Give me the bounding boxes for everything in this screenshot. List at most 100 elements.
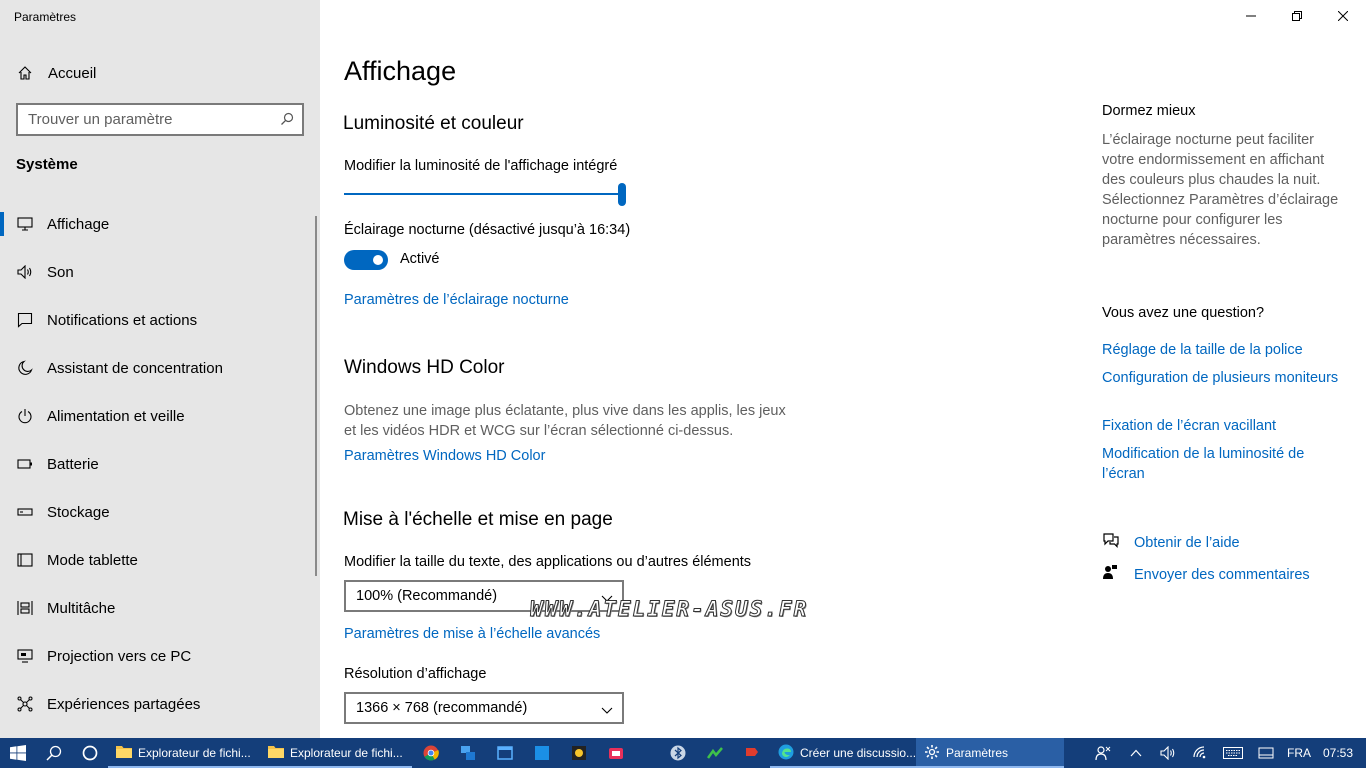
- sidebar-item-projection[interactable]: Projection vers ce PC: [0, 632, 320, 680]
- taskbar: Explorateur de fichi... Explorateur de f…: [0, 738, 1366, 768]
- slider-thumb[interactable]: [618, 183, 626, 206]
- link-font-size[interactable]: Réglage de la taille de la police: [1102, 340, 1347, 360]
- watermark-text: WWW.ATELIER-ASUS.FR: [529, 597, 809, 622]
- speaker-icon: [0, 265, 47, 279]
- taskbar-app-explorer-2[interactable]: Explorateur de fichi...: [260, 738, 412, 768]
- monitor-icon: [0, 217, 47, 231]
- sidebar-item-label: Batterie: [47, 455, 99, 473]
- people-button[interactable]: [1086, 738, 1120, 768]
- taskbar-store-app[interactable]: [523, 738, 560, 768]
- taskbar-flag-app[interactable]: [733, 738, 770, 768]
- search-icon[interactable]: [280, 112, 294, 131]
- folder-icon: [268, 745, 284, 762]
- sidebar-item-label: Mode tablette: [47, 551, 138, 569]
- taskbar-search-icon: [46, 745, 62, 761]
- sidebar-item-notifications[interactable]: Notifications et actions: [0, 296, 320, 344]
- display-button[interactable]: [1250, 738, 1282, 768]
- people-icon: [1095, 746, 1111, 761]
- taskbar-remote-app[interactable]: [449, 738, 486, 768]
- minimize-button[interactable]: [1228, 0, 1274, 32]
- advanced-scaling-link[interactable]: Paramètres de mise à l’échelle avancés: [344, 626, 600, 642]
- sidebar-item-label: Assistant de concentration: [47, 359, 223, 377]
- sidebar-nav: Affichage Son Notifications et actions A…: [0, 200, 320, 728]
- notification-icon: [0, 312, 47, 328]
- sidebar-item-stockage[interactable]: Stockage: [0, 488, 320, 536]
- power-icon: [0, 408, 47, 424]
- remote-desktop-icon: [460, 746, 475, 760]
- brightness-slider[interactable]: [344, 183, 626, 207]
- link-multiple-monitors[interactable]: Configuration de plusieurs moniteurs: [1102, 368, 1347, 388]
- sidebar: Paramètres Accueil Système Affichage Son…: [0, 0, 320, 738]
- brightness-label: Modifier la luminosité de l'affichage in…: [344, 158, 618, 174]
- sidebar-item-multitache[interactable]: Multitâche: [0, 584, 320, 632]
- night-light-toggle[interactable]: [344, 250, 388, 270]
- sidebar-item-son[interactable]: Son: [0, 248, 320, 296]
- taskbar-app-edge[interactable]: Créer une discussio...: [770, 738, 916, 768]
- keyboard-icon: [1223, 747, 1243, 759]
- sidebar-item-tablette[interactable]: Mode tablette: [0, 536, 320, 584]
- chevron-down-icon: [601, 703, 613, 719]
- sidebar-item-label: Alimentation et veille: [47, 407, 185, 425]
- taskbar-app-label: Explorateur de fichi...: [138, 746, 251, 760]
- window-controls: [1228, 0, 1366, 32]
- taskbar-dark-app[interactable]: [560, 738, 597, 768]
- taskbar-app-explorer-1[interactable]: Explorateur de fichi...: [108, 738, 260, 768]
- touch-keyboard-button[interactable]: [1216, 738, 1250, 768]
- home-link[interactable]: Accueil: [0, 56, 320, 90]
- section-label-system: Système: [16, 156, 78, 173]
- get-help-link[interactable]: Obtenir de l’aide: [1102, 532, 1240, 553]
- chrome-icon: [423, 745, 439, 761]
- question-heading: Vous avez une question?: [1102, 305, 1265, 321]
- moon-icon: [0, 360, 47, 376]
- sidebar-item-alimentation[interactable]: Alimentation et veille: [0, 392, 320, 440]
- section-heading-hd-color: Windows HD Color: [344, 357, 505, 378]
- red-app-icon: [608, 748, 623, 759]
- taskbar-red-app[interactable]: [597, 738, 634, 768]
- language-indicator[interactable]: FRA: [1282, 738, 1316, 768]
- search-input[interactable]: [18, 111, 268, 128]
- sidebar-item-label: Expériences partagées: [47, 695, 201, 713]
- chevron-up-icon: [1130, 749, 1142, 757]
- cortana-button[interactable]: [72, 738, 108, 768]
- sidebar-item-label: Affichage: [47, 215, 110, 233]
- sidebar-item-affichage[interactable]: Affichage: [0, 200, 320, 248]
- tablet-icon: [0, 553, 47, 567]
- resolution-dropdown[interactable]: 1366 × 768 (recommandé): [344, 692, 624, 724]
- taskbar-green-app[interactable]: [696, 738, 733, 768]
- wifi-icon: [1193, 746, 1206, 759]
- sidebar-item-label: Multitâche: [47, 599, 116, 617]
- taskbar-window-app[interactable]: [486, 738, 523, 768]
- night-light-settings-link[interactable]: Paramètres de l’éclairage nocturne: [344, 292, 569, 308]
- sidebar-item-concentration[interactable]: Assistant de concentration: [0, 344, 320, 392]
- get-help-label: Obtenir de l’aide: [1134, 534, 1240, 551]
- taskbar-app-settings[interactable]: Paramètres: [916, 738, 1064, 768]
- cortana-icon: [82, 745, 98, 761]
- home-icon: [0, 65, 48, 81]
- close-button[interactable]: [1320, 0, 1366, 32]
- sidebar-item-batterie[interactable]: Batterie: [0, 440, 320, 488]
- section-heading-scaling: Mise à l'échelle et mise en page: [343, 509, 613, 530]
- search-button[interactable]: [36, 738, 72, 768]
- restore-button[interactable]: [1274, 0, 1320, 32]
- search-box[interactable]: [16, 103, 304, 136]
- start-button[interactable]: [0, 738, 36, 768]
- help-chat-icon: [1102, 532, 1134, 553]
- sidebar-item-experiences[interactable]: Expériences partagées: [0, 680, 320, 728]
- hd-color-settings-link[interactable]: Paramètres Windows HD Color: [344, 448, 545, 464]
- taskbar-chrome[interactable]: [412, 738, 449, 768]
- slider-track: [344, 193, 622, 195]
- hd-color-description-line1: Obtenez une image plus éclatante, plus v…: [344, 403, 786, 419]
- volume-button[interactable]: [1152, 738, 1184, 768]
- link-screen-brightness[interactable]: Modification de la luminosité de l’écran: [1102, 444, 1347, 484]
- clock[interactable]: 07:53: [1316, 738, 1360, 768]
- show-hidden-icons-button[interactable]: [1120, 738, 1152, 768]
- network-button[interactable]: [1184, 738, 1216, 768]
- sidebar-scrollbar[interactable]: [315, 216, 317, 576]
- night-light-label: Éclairage nocturne (désactivé jusqu’à 16…: [344, 222, 631, 238]
- send-feedback-link[interactable]: Envoyer des commentaires: [1102, 564, 1310, 585]
- taskbar-bluetooth-app[interactable]: [659, 738, 696, 768]
- system-tray: FRA 07:53: [1086, 738, 1366, 768]
- link-flickering-screen[interactable]: Fixation de l’écran vacillant: [1102, 416, 1347, 436]
- display-icon: [1258, 747, 1274, 759]
- dark-app-icon: [571, 746, 586, 760]
